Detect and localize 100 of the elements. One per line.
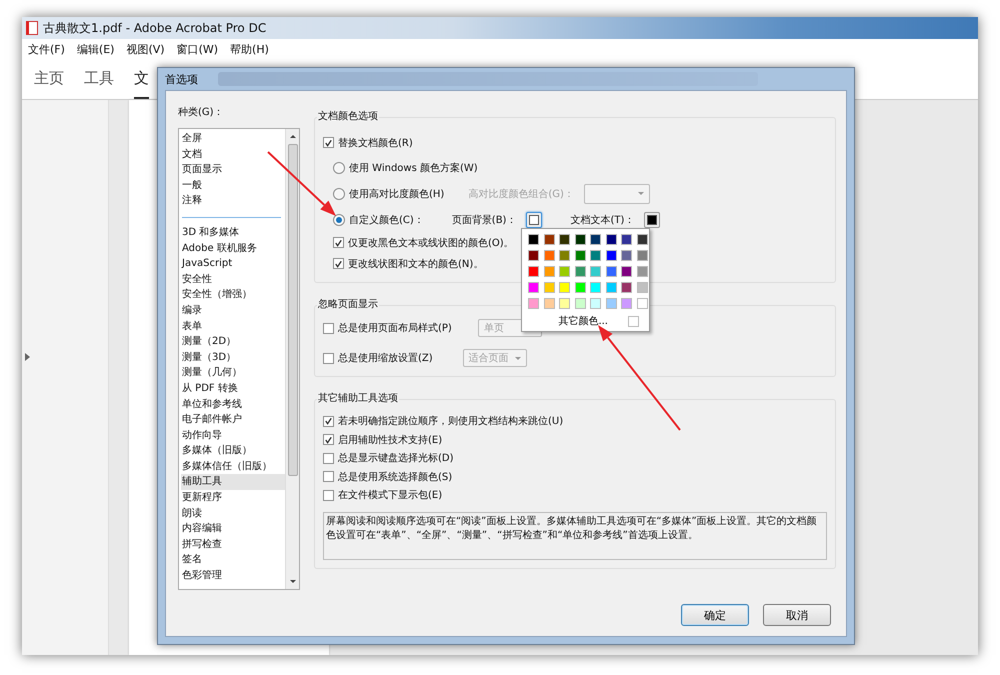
scroll-up-icon[interactable]: [290, 135, 296, 138]
color-swatch[interactable]: [528, 250, 539, 261]
checkbox[interactable]: [323, 352, 334, 364]
color-swatch[interactable]: [621, 298, 632, 309]
list-item[interactable]: 动作向导: [181, 428, 285, 444]
color-swatch[interactable]: [528, 298, 539, 309]
scrollbar[interactable]: [285, 129, 299, 589]
list-item[interactable]: 内容编辑: [181, 521, 285, 537]
color-swatch[interactable]: [636, 282, 648, 293]
list-item[interactable]: 单位和参考线: [181, 396, 285, 412]
list-item[interactable]: 多媒体信任（旧版）: [181, 458, 285, 474]
menu-item[interactable]: 编辑(E): [76, 42, 114, 56]
list-item[interactable]: 更新程序: [181, 490, 285, 506]
list-item[interactable]: 多媒体（旧版）: [181, 443, 285, 459]
list-item[interactable]: 测量（2D）: [181, 334, 285, 350]
color-swatch[interactable]: [606, 298, 616, 309]
more-colors-button[interactable]: 其它颜色...: [558, 314, 608, 328]
color-swatch[interactable]: [636, 250, 648, 261]
checkbox[interactable]: [333, 258, 344, 270]
list-item[interactable]: 朗读: [181, 506, 285, 522]
expand-icon[interactable]: [25, 353, 30, 361]
list-item[interactable]: 电子邮件帐户: [181, 412, 285, 428]
color-swatch[interactable]: [621, 266, 632, 277]
color-swatch[interactable]: [574, 250, 586, 261]
list-item[interactable]: 从 PDF 转换: [181, 380, 285, 396]
dialog-button[interactable]: 取消: [763, 604, 831, 626]
list-item[interactable]: 页面显示: [181, 162, 285, 178]
menu-item[interactable]: 视图(V): [126, 42, 165, 56]
color-swatch[interactable]: [528, 282, 539, 293]
color-swatch[interactable]: [559, 266, 570, 277]
color-swatch[interactable]: [590, 234, 601, 245]
color-swatch[interactable]: [606, 266, 616, 277]
list-item[interactable]: 全屏: [181, 131, 285, 147]
color-swatch[interactable]: [528, 266, 539, 277]
color-swatch[interactable]: [590, 266, 601, 277]
empty-swatch[interactable]: [628, 316, 639, 326]
list-item[interactable]: 安全性: [181, 272, 285, 288]
color-swatch[interactable]: [544, 266, 554, 277]
color-swatch[interactable]: [574, 298, 586, 309]
list-item[interactable]: JavaScript: [181, 256, 285, 272]
checkbox[interactable]: [323, 452, 334, 464]
list-item[interactable]: 3D 和多媒体: [181, 224, 285, 241]
color-swatch[interactable]: [574, 266, 586, 277]
color-swatch[interactable]: [544, 234, 554, 245]
radio-button[interactable]: [333, 188, 345, 200]
color-swatch[interactable]: [621, 234, 632, 245]
color-swatch[interactable]: [559, 282, 570, 293]
color-swatch[interactable]: [606, 282, 616, 293]
list-item[interactable]: 拼写检查: [181, 536, 285, 552]
menu-item[interactable]: 文件(F): [28, 42, 65, 56]
color-swatch[interactable]: [574, 234, 586, 245]
color-swatch[interactable]: [544, 298, 554, 309]
color-swatch[interactable]: [559, 298, 570, 309]
list-item[interactable]: Adobe 联机服务: [181, 240, 285, 256]
tab[interactable]: 主页: [34, 59, 64, 99]
checkbox[interactable]: [323, 471, 334, 482]
scroll-down-icon[interactable]: [290, 580, 296, 583]
color-swatch[interactable]: [574, 282, 586, 293]
color-swatch[interactable]: [559, 250, 570, 261]
color-button[interactable]: [526, 212, 542, 228]
color-swatch[interactable]: [544, 250, 554, 261]
checkbox[interactable]: [323, 322, 334, 334]
tab[interactable]: 工具: [84, 59, 114, 99]
color-swatch[interactable]: [636, 266, 648, 277]
color-swatch[interactable]: [544, 282, 554, 293]
list-item[interactable]: 表单: [181, 318, 285, 334]
menu-item[interactable]: 窗口(W): [176, 42, 218, 56]
scroll-thumb[interactable]: [288, 144, 298, 476]
list-item[interactable]: 一般: [181, 178, 285, 194]
color-swatch[interactable]: [528, 234, 539, 245]
list-item[interactable]: 色彩管理: [181, 568, 285, 584]
color-swatch[interactable]: [606, 234, 616, 245]
color-swatch[interactable]: [636, 234, 648, 245]
radio-button[interactable]: [333, 162, 345, 174]
color-swatch[interactable]: [636, 298, 648, 309]
color-swatch[interactable]: [621, 250, 632, 261]
color-swatch[interactable]: [590, 250, 601, 261]
checkbox[interactable]: [323, 490, 334, 501]
list-item[interactable]: 签名: [181, 552, 285, 568]
checkbox[interactable]: [323, 434, 334, 446]
list-item[interactable]: 测量（3D）: [181, 350, 285, 366]
color-swatch[interactable]: [590, 282, 601, 293]
color-swatch[interactable]: [559, 234, 570, 245]
radio-button[interactable]: [333, 214, 345, 226]
menu-item[interactable]: 帮助(H): [230, 42, 269, 56]
list-item[interactable]: 编录: [181, 302, 285, 319]
dialog-button[interactable]: 确定: [681, 604, 749, 626]
checkbox[interactable]: [333, 237, 344, 248]
checkbox[interactable]: [323, 416, 334, 427]
list-item[interactable]: 安全性（增强）: [181, 287, 285, 303]
checkbox[interactable]: [323, 137, 334, 148]
info-text: 屏幕阅读和阅读顺序选项可在“阅读”面板上设置。多媒体辅助工具选项可在“多媒体”面板上设置。其它的文档颜色设置可在“表单”、“全屏”、“测量”、“拼写检查”和“单位和参考线”首选项上设置。: [323, 512, 827, 560]
color-swatch[interactable]: [590, 298, 601, 309]
list-item[interactable]: 注释: [181, 193, 285, 209]
list-item[interactable]: 辅助工具: [181, 474, 285, 490]
color-swatch[interactable]: [606, 250, 616, 261]
list-item[interactable]: 测量（几何）: [181, 365, 285, 381]
list-item[interactable]: 文档: [181, 146, 285, 162]
color-swatch[interactable]: [621, 282, 632, 293]
color-button[interactable]: [644, 212, 660, 228]
